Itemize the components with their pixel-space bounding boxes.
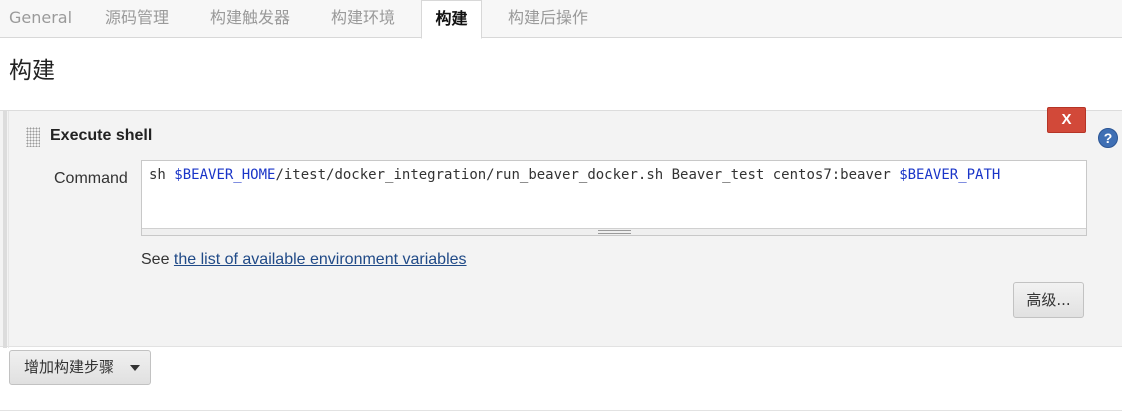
- command-variable: $BEAVER_PATH: [899, 167, 1001, 183]
- resize-grip-icon[interactable]: [598, 230, 631, 234]
- section-left-bar: [3, 111, 7, 348]
- tab-bar: General 源码管理 构建触发器 构建环境 构建 构建后操作: [0, 0, 1122, 39]
- command-label: Command: [54, 170, 128, 187]
- add-build-step-button[interactable]: 增加构建步骤: [9, 350, 151, 385]
- tab-source-control[interactable]: 源码管理: [105, 0, 169, 38]
- caret-down-icon: [130, 365, 140, 371]
- command-textarea[interactable]: sh $BEAVER_HOME/itest/docker_integration…: [141, 160, 1087, 236]
- env-vars-hint: See the list of available environment va…: [141, 251, 467, 269]
- env-vars-link[interactable]: the list of available environment variab…: [174, 251, 467, 268]
- build-step-execute-shell: Execute shell X ? Command sh $BEAVER_HOM…: [0, 107, 1122, 348]
- tab-build[interactable]: 构建: [421, 0, 482, 39]
- delete-step-button[interactable]: X: [1047, 107, 1086, 133]
- bottom-divider: [0, 410, 1122, 411]
- help-icon[interactable]: ?: [1098, 128, 1118, 148]
- tab-build-environment[interactable]: 构建环境: [331, 0, 395, 38]
- section-left-border: [8, 111, 9, 348]
- env-vars-prefix: See: [141, 251, 174, 268]
- command-variable: $BEAVER_HOME: [174, 167, 276, 183]
- textarea-resize-bar[interactable]: [142, 228, 1086, 235]
- page-title: 构建: [9, 58, 55, 84]
- tab-build-triggers[interactable]: 构建触发器: [210, 0, 290, 38]
- add-build-step-label: 增加构建步骤: [24, 358, 115, 376]
- command-part: sh: [149, 167, 175, 183]
- command-text: sh $BEAVER_HOME/itest/docker_integration…: [149, 167, 1000, 183]
- drag-handle-icon[interactable]: [26, 127, 40, 147]
- advanced-button[interactable]: 高级...: [1013, 282, 1084, 318]
- tab-general[interactable]: General: [9, 0, 72, 38]
- tab-post-build-actions[interactable]: 构建后操作: [508, 0, 588, 38]
- command-part: /itest/docker_integration/run_beaver_doc…: [275, 167, 900, 183]
- build-step-title: Execute shell: [50, 127, 153, 144]
